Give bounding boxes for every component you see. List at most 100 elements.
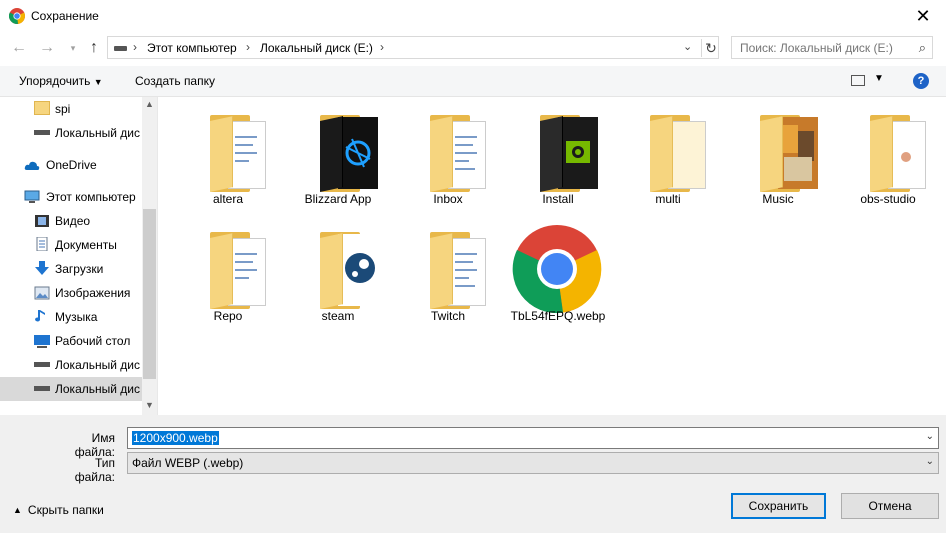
sidebar-item-video[interactable]: Видео [0, 209, 142, 233]
sidebar-item-downloads[interactable]: Загрузки [0, 257, 142, 281]
view-icon[interactable] [851, 75, 865, 86]
breadcrumb-separator-icon: › [133, 40, 137, 54]
file-item-webp[interactable]: TbL54fEPQ.webp [503, 214, 613, 326]
file-name: Install [542, 192, 574, 206]
video-icon [35, 215, 49, 227]
arrow-up-icon: ↑ [90, 39, 98, 56]
sidebar-item-pictures[interactable]: Изображения [0, 281, 142, 305]
blizzard-logo-icon [338, 117, 378, 189]
computer-icon [24, 190, 40, 203]
scroll-down-icon[interactable]: ▼ [142, 400, 157, 412]
close-button[interactable]: ✕ [900, 0, 946, 32]
forward-button[interactable]: → [36, 37, 58, 59]
hide-folders-button[interactable]: ▲ Скрыть папки [13, 503, 104, 517]
refresh-button[interactable]: ↻ [701, 39, 720, 57]
toolbar: Упорядочить ▼ Создать папку ▼ ? [0, 66, 946, 97]
address-dropdown-icon[interactable]: ⌄ [683, 40, 692, 53]
folder-item-inbox[interactable]: Inbox [393, 97, 503, 209]
cancel-button[interactable]: Отмена [841, 493, 939, 519]
new-folder-button[interactable]: Создать папку [135, 74, 215, 88]
sidebar-item-desktop[interactable]: Рабочий стол [0, 329, 142, 353]
sidebar-item-this-pc[interactable]: Этот компьютер [0, 185, 142, 209]
steam-logo-icon [338, 234, 378, 306]
sidebar-item-documents[interactable]: Документы [0, 233, 142, 257]
folder-icon [210, 232, 268, 309]
sidebar-item-onedrive[interactable]: OneDrive [0, 153, 142, 177]
help-icon[interactable]: ? [913, 73, 929, 89]
save-form: Имя файла: 1200x900.webp ⌄ Тип файла: Фа… [0, 415, 946, 533]
file-name: TbL54fEPQ.webp [510, 309, 606, 323]
folder-icon [540, 115, 598, 192]
scroll-thumb[interactable] [143, 209, 156, 379]
sidebar-item-local-disk-c[interactable]: Локальный дис [0, 353, 142, 377]
navigation-pane: spi Локальный дис OneDrive Этот компьюте… [0, 97, 158, 415]
back-button[interactable]: ← [8, 37, 30, 59]
organize-menu[interactable]: Упорядочить ▼ [19, 74, 103, 88]
folder-icon [210, 115, 268, 192]
folder-item-obs-studio[interactable]: obs-studio [833, 97, 943, 209]
pictures-icon [34, 286, 50, 300]
chevron-down-icon: ▼ [93, 77, 103, 87]
sidebar-item-label: OneDrive [46, 158, 97, 172]
save-button[interactable]: Сохранить [731, 493, 826, 519]
sidebar-item-label: Этот компьютер [46, 190, 136, 204]
file-name: Repo [213, 309, 243, 323]
chevron-down-icon[interactable]: ⌄ [926, 456, 934, 467]
up-button[interactable]: ↑ [83, 37, 105, 59]
filetype-label: Тип файла: [74, 456, 115, 484]
arrow-left-icon: ← [11, 39, 27, 56]
folder-item-steam[interactable]: steam [283, 214, 393, 326]
breadcrumb-this-pc[interactable]: Этот компьютер [147, 41, 237, 55]
filename-value[interactable]: 1200x900.webp [132, 431, 219, 445]
sidebar-scrollbar[interactable]: ▲ ▼ [142, 97, 157, 415]
nvidia-logo-icon [558, 117, 598, 189]
sidebar-item-label: Рабочий стол [55, 334, 131, 348]
address-bar[interactable]: › Этот компьютер › Локальный диск (E:) ›… [107, 36, 719, 59]
folder-icon [870, 115, 928, 192]
folder-icon [430, 232, 488, 309]
filetype-select[interactable]: Файл WEBP (.webp) ⌄ [127, 452, 939, 474]
file-name: Inbox [433, 192, 463, 206]
folder-item-music[interactable]: Music [723, 97, 833, 209]
chrome-icon [9, 8, 25, 24]
sidebar-item-label: Загрузки [55, 262, 104, 276]
file-name: steam [321, 309, 355, 323]
sidebar-item-label: Музыка [55, 310, 98, 324]
view-dropdown-icon[interactable]: ▼ [874, 73, 884, 84]
drive-icon [34, 130, 50, 135]
search-input[interactable] [740, 41, 910, 55]
sidebar-item-music[interactable]: Музыка [0, 305, 142, 329]
sidebar-item-local-disk[interactable]: Локальный дис [0, 121, 142, 145]
folder-item-repo[interactable]: Repo [173, 214, 283, 326]
sidebar-item-label: Локальный дис [55, 358, 140, 372]
chevron-down-icon[interactable]: ⌄ [926, 431, 934, 442]
file-name: altera [212, 192, 244, 206]
sidebar-item-label: Локальный дис [55, 382, 140, 396]
sidebar-item-spi[interactable]: spi [0, 97, 142, 121]
folder-item-twitch[interactable]: Twitch [393, 214, 503, 326]
sidebar-item-local-disk-e[interactable]: Локальный дис [0, 377, 142, 401]
search-icon[interactable]: ⌕ [919, 40, 926, 56]
folder-icon [34, 101, 50, 115]
folder-icon [430, 115, 488, 192]
album-art-icon [778, 117, 818, 189]
arrow-right-icon: → [39, 39, 55, 56]
folder-item-multi[interactable]: multi [613, 97, 723, 209]
breadcrumb-drive-e[interactable]: Локальный диск (E:) [260, 41, 373, 55]
search-box[interactable]: ⌕ [731, 36, 933, 59]
folder-item-altera[interactable]: altera [173, 97, 283, 209]
file-name: multi [655, 192, 681, 206]
folder-item-install[interactable]: Install [503, 97, 613, 209]
folder-icon [760, 115, 818, 192]
file-list: altera Blizzard App Inbox Install multi … [158, 97, 946, 415]
sidebar-item-label: spi [55, 102, 71, 116]
chrome-icon [512, 225, 602, 314]
drive-icon [114, 46, 127, 51]
folder-item-blizzard-app[interactable]: Blizzard App [283, 97, 393, 209]
scroll-up-icon[interactable]: ▲ [142, 99, 157, 111]
drive-icon [34, 362, 50, 367]
folder-icon [320, 115, 378, 192]
recent-locations-button[interactable]: ▾ [62, 37, 84, 59]
filename-field[interactable]: 1200x900.webp ⌄ [127, 427, 939, 449]
folder-icon [650, 115, 708, 192]
